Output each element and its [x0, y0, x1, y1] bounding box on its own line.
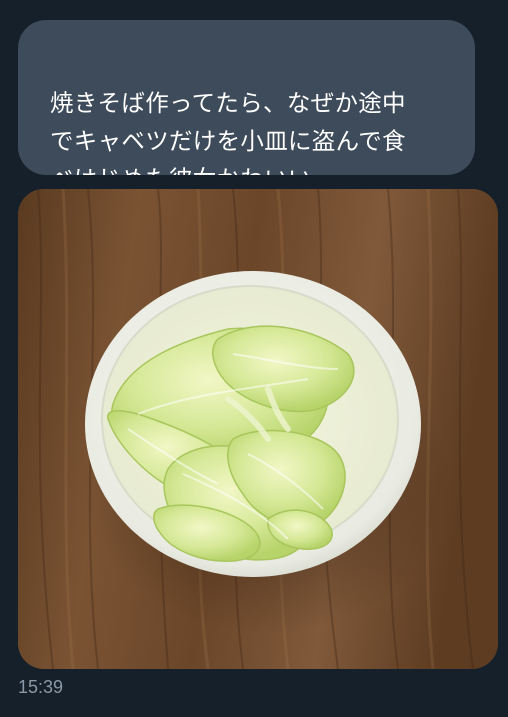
photo-cabbage-bowl — [18, 189, 498, 669]
attached-photo[interactable] — [18, 189, 498, 669]
message-bubble[interactable]: 焼きそば作ってたら、なぜか途中 でキャベツだけを小皿に盗んで食 べはじめた彼女か… — [18, 20, 475, 175]
message-text: 焼きそば作ってたら、なぜか途中 でキャベツだけを小皿に盗んで食 べはじめた彼女か… — [50, 89, 406, 175]
message-timestamp: 15:39 — [18, 677, 64, 697]
